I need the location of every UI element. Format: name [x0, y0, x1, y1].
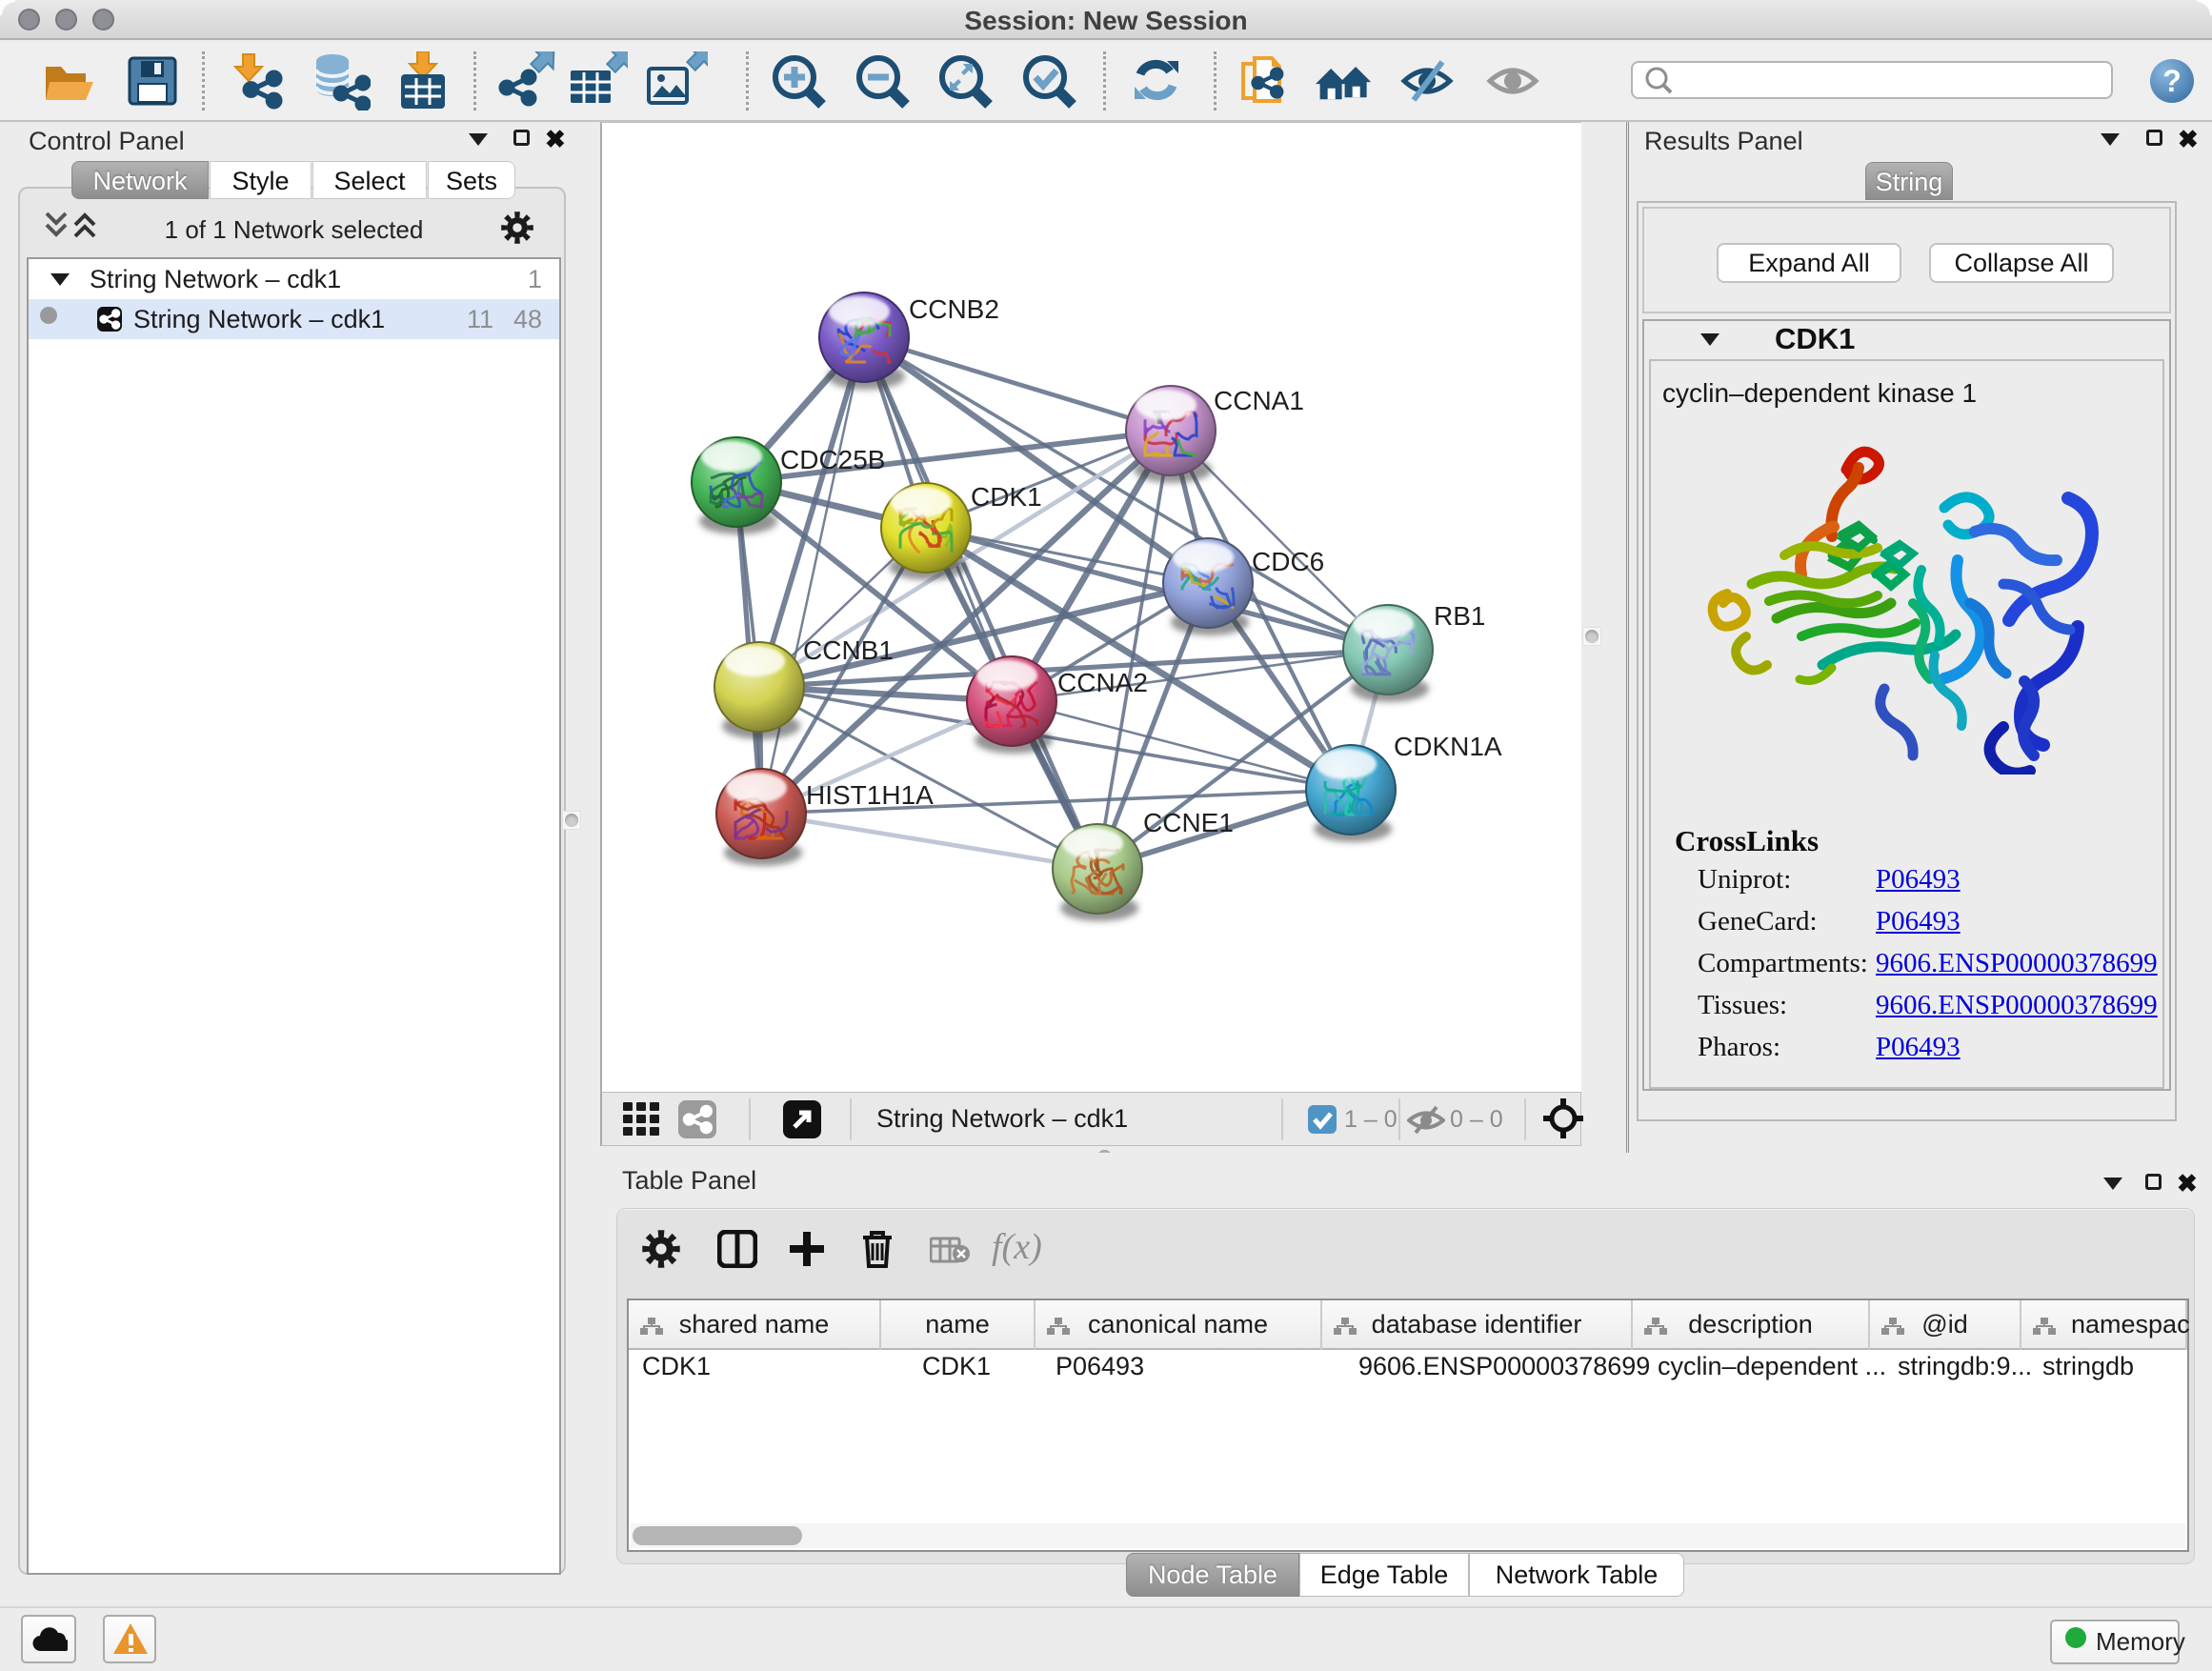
- svg-text:CCNA1: CCNA1: [1214, 386, 1304, 415]
- svg-text:CCNA2: CCNA2: [1057, 668, 1148, 697]
- svg-text:CCNB2: CCNB2: [909, 294, 999, 324]
- svg-text:HIST1H1A: HIST1H1A: [806, 780, 934, 810]
- svg-text:CDC25B: CDC25B: [780, 445, 885, 474]
- svg-text:CDKN1A: CDKN1A: [1394, 732, 1502, 761]
- svg-text:CDK1: CDK1: [971, 482, 1042, 512]
- svg-text:CCNB1: CCNB1: [803, 635, 894, 665]
- svg-text:CDC6: CDC6: [1252, 547, 1324, 576]
- svg-text:RB1: RB1: [1434, 601, 1485, 631]
- svg-text:CCNE1: CCNE1: [1143, 808, 1234, 837]
- svg-text:?: ?: [2162, 64, 2182, 98]
